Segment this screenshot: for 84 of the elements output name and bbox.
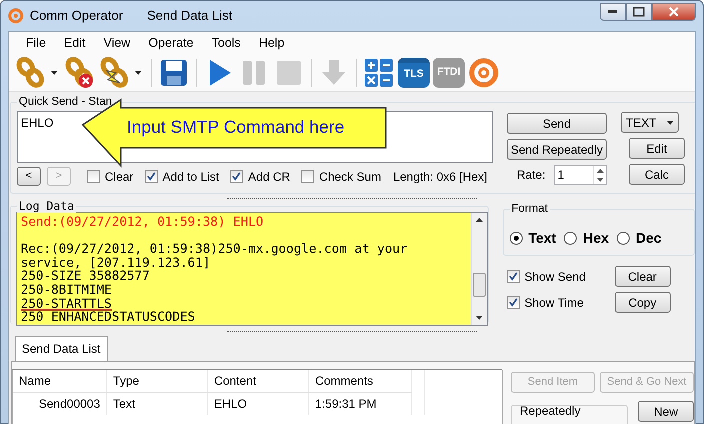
restore-button[interactable] xyxy=(626,3,652,21)
restore-icon xyxy=(633,7,645,17)
received-log-line: Rec:(09/27/2012, 01:59:38)250-mx.google.com at your xyxy=(21,241,408,256)
scrollbar[interactable] xyxy=(470,213,487,325)
table-cell: Text xyxy=(106,392,208,415)
menu-item[interactable]: Edit xyxy=(55,34,95,52)
down-arrow-icon[interactable] xyxy=(476,316,483,320)
caret-icon[interactable] xyxy=(135,70,142,74)
sent-log-line: Send:(09/27/2012, 01:59:38) EHLO xyxy=(21,214,264,229)
close-button[interactable] xyxy=(652,3,696,21)
checkbox[interactable] xyxy=(506,270,520,283)
received-log-line: 250-STARTTLS xyxy=(21,296,112,311)
format-dropdown[interactable]: TEXT xyxy=(621,112,679,133)
column-header[interactable]: Comments xyxy=(308,370,412,392)
length-label: Length: 0x6 [Hex] xyxy=(393,168,488,186)
menu-item[interactable]: View xyxy=(94,34,140,52)
calc-button[interactable]: Calc xyxy=(629,164,685,185)
rate-label: Rate: xyxy=(517,167,546,184)
check-icon xyxy=(508,272,518,281)
minimize-button[interactable] xyxy=(600,3,626,21)
checkbox-label: Clear xyxy=(105,168,134,186)
column-header[interactable]: Type xyxy=(106,370,208,392)
check-icon xyxy=(146,172,156,181)
checkbox[interactable] xyxy=(87,170,100,183)
caret-icon[interactable] xyxy=(51,70,58,74)
menu-item[interactable]: File xyxy=(17,34,56,52)
up-arrow-icon[interactable] xyxy=(476,218,483,222)
radio-label: Hex xyxy=(583,229,610,248)
group-title: Quick Send - Stan xyxy=(17,95,114,109)
close-icon xyxy=(669,7,679,17)
callout-text: Input SMTP Command here xyxy=(127,116,345,139)
check-icon xyxy=(232,172,242,181)
checkbox[interactable] xyxy=(506,296,520,309)
scroll-thumb[interactable] xyxy=(472,273,486,297)
down-arrow-icon[interactable] xyxy=(596,178,604,182)
column-header[interactable]: Name xyxy=(13,370,107,392)
group-title: Log Data xyxy=(17,199,76,213)
received-log-line: 250 ENHANCEDSTATUSCODES xyxy=(21,309,196,324)
window-title: Send Data List xyxy=(147,7,232,26)
menu-item[interactable]: Operate xyxy=(140,34,203,52)
table-cell: Send00003 xyxy=(13,392,107,415)
new-button[interactable]: New xyxy=(638,401,694,422)
checkbox-label: Show Time xyxy=(524,294,585,312)
table-cell: EHLO xyxy=(208,392,309,415)
tls-button[interactable]: TLS xyxy=(398,58,430,88)
radio-button[interactable] xyxy=(564,232,578,245)
menu-item[interactable]: Help xyxy=(250,34,294,52)
ring-logo-icon[interactable] xyxy=(468,56,500,88)
app-title: Comm Operator xyxy=(30,7,124,26)
chain-error-icon[interactable] xyxy=(64,56,96,88)
tab[interactable]: Send Data List xyxy=(15,336,108,361)
checkbox[interactable] xyxy=(230,170,244,183)
log-text-area[interactable]: Send:(09/27/2012, 01:59:38) EHLO Rec:(09/27/2012, 01:59:38)250-mx.google.com at your service, [207.119.123.61] 250-SIZE 35882577 250-8BITMIME 250-STARTTLS 250 ENHANCEDSTATUSCODES xyxy=(17,213,471,325)
group-title: Repeatedly xyxy=(519,404,582,418)
calculator-icon[interactable] xyxy=(363,56,395,88)
send-repeatedly-button[interactable]: Send Repeatedly xyxy=(507,139,607,160)
checkbox[interactable] xyxy=(301,170,314,183)
rate-spinner[interactable]: 1 xyxy=(554,165,607,185)
column-header[interactable]: Content xyxy=(208,370,309,392)
checkbox-label: Check Sum xyxy=(319,168,382,186)
send-button[interactable]: Send xyxy=(507,113,607,134)
received-log-line: 250-8BITMIME xyxy=(21,282,112,297)
up-arrow-icon[interactable] xyxy=(596,168,604,172)
menu-item[interactable]: Tools xyxy=(202,34,250,52)
checkbox[interactable] xyxy=(144,170,158,183)
caret-icon[interactable] xyxy=(667,120,674,124)
previous-button[interactable]: < xyxy=(17,167,41,186)
radio-label: Dec xyxy=(636,229,662,248)
copy-button[interactable]: Copy xyxy=(614,292,671,313)
radio-label: Text xyxy=(528,229,556,248)
minimize-icon xyxy=(608,10,618,14)
received-log-line: service, [207.119.123.61] xyxy=(21,254,211,270)
clear-button[interactable]: Clear xyxy=(614,266,671,287)
radio-button[interactable] xyxy=(510,232,523,245)
chain-lightning-icon[interactable] xyxy=(99,56,131,88)
app-logo-icon xyxy=(8,8,24,24)
check-icon xyxy=(508,298,518,307)
checkbox-label: Add CR xyxy=(248,168,290,186)
radio-button[interactable] xyxy=(617,232,630,245)
table-cell: 1:59:31 PM xyxy=(308,392,412,415)
received-log-line: 250-SIZE 35882577 xyxy=(21,268,150,284)
checkbox-label: Show Send xyxy=(524,268,587,286)
checkbox-label: Add to List xyxy=(162,168,220,186)
edit-button[interactable]: Edit xyxy=(629,138,685,159)
